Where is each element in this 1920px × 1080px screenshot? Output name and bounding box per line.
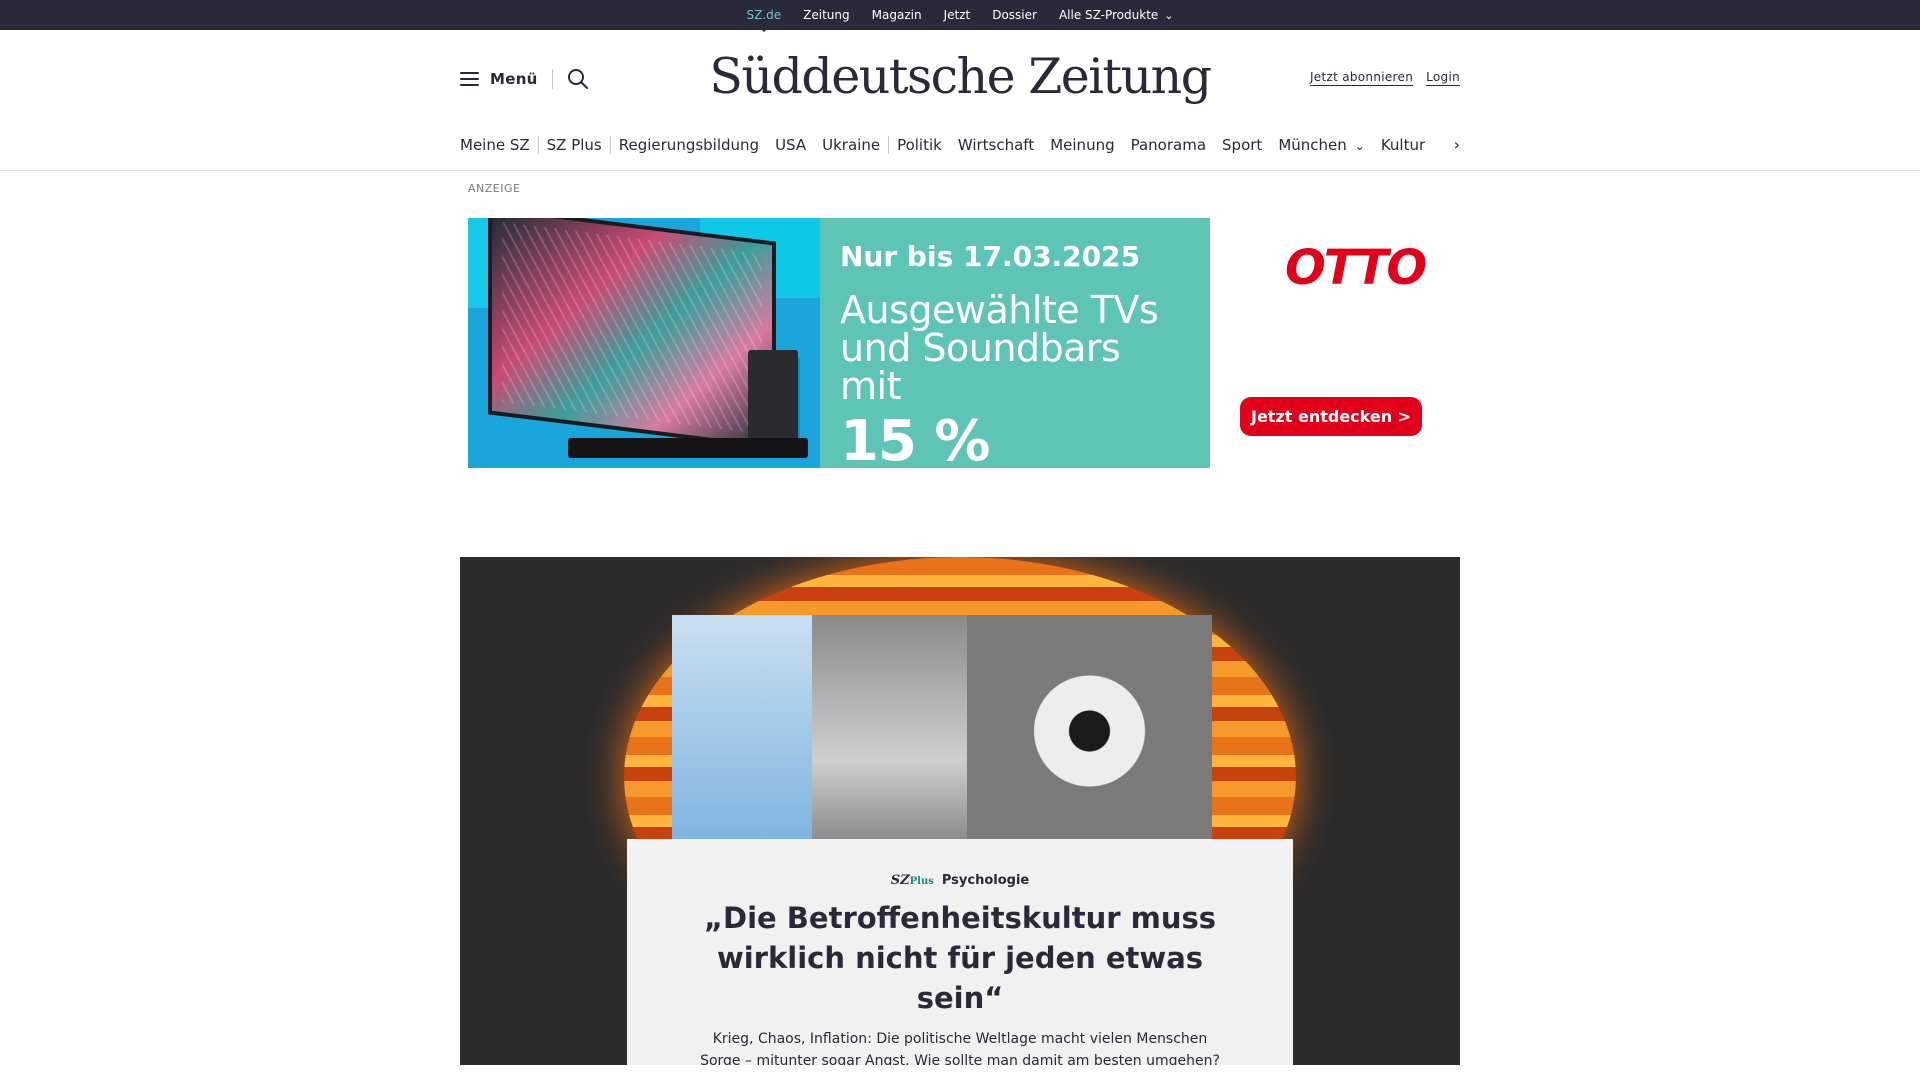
chevron-right-icon[interactable]: › <box>1454 135 1460 154</box>
hamburger-icon[interactable] <box>460 72 479 86</box>
ad-label: ANZEIGE <box>468 182 521 195</box>
nav-meinung[interactable]: Meinung <box>1042 136 1122 154</box>
nav-wirtschaft[interactable]: Wirtschaft <box>950 136 1042 154</box>
subwoofer-image <box>748 350 798 440</box>
nav-sport[interactable]: Sport <box>1214 136 1270 154</box>
nav-kultur[interactable]: Kultur <box>1373 136 1433 154</box>
chevron-down-icon: ⌄ <box>1164 9 1174 22</box>
nav-usa[interactable]: USA <box>767 136 814 154</box>
hero-section: Psychologie <box>941 873 1030 888</box>
nav-ukraine[interactable]: Ukraine <box>814 136 888 154</box>
nav-panorama[interactable]: Panorama <box>1123 136 1214 154</box>
login-link[interactable]: Login <box>1426 70 1460 86</box>
sz-logo[interactable]: Süddeutsche Zeitung <box>709 48 1212 105</box>
ad-brand-panel: OTTO Jetzt entdecken > <box>1210 218 1438 468</box>
ad-product-image <box>468 218 820 468</box>
soundbar-image <box>568 438 808 458</box>
hero-headline[interactable]: „Die Betroffenheitskultur muss wirklich … <box>670 898 1250 1018</box>
search-icon[interactable] <box>567 68 589 90</box>
tv-image <box>488 218 776 450</box>
ad-discount: 15 % Rabatt <box>840 409 1047 539</box>
all-products-dropdown[interactable]: Alle SZ-Produkte ⌄ <box>1059 8 1174 22</box>
nav-meine-sz[interactable]: Meine SZ <box>460 136 538 154</box>
hero-kicker: SZPlus Psychologie <box>627 873 1293 888</box>
otto-logo: OTTO <box>1285 240 1427 296</box>
nav-politik[interactable]: Politik <box>889 136 950 154</box>
product-dossier[interactable]: Dossier <box>992 8 1037 22</box>
menu-button[interactable]: Menü <box>490 70 538 88</box>
hero-teaser[interactable]: SZPlus Psychologie „Die Betroffenheitsku… <box>460 557 1460 1065</box>
menu-search-group: Menü <box>460 68 589 90</box>
hero-teaser-text: Krieg, Chaos, Inflation: Die politische … <box>700 1031 1220 1065</box>
product-zeitung[interactable]: Zeitung <box>803 8 849 22</box>
product-sz-de[interactable]: SZ.de <box>747 8 782 22</box>
nav-regierungsbildung[interactable]: Regierungsbildung <box>611 136 767 154</box>
nav-sz-plus[interactable]: SZ Plus <box>539 136 610 154</box>
all-products-label: Alle SZ-Produkte <box>1058 8 1159 22</box>
product-magazin[interactable]: Magazin <box>872 8 922 22</box>
ad-banner[interactable]: Nur bis 17.03.2025 Ausgewählte TVs und S… <box>468 218 1438 539</box>
ad-main-text: Ausgewählte TVs und Soundbars mit <box>840 288 1159 408</box>
ad-container: ANZEIGE Nur bis 17.03.2025 Ausgewählte T… <box>468 171 1452 557</box>
nav-muenchen-label: München <box>1278 136 1347 154</box>
site-header: Menü Süddeutsche Zeitung Jetzt abonniere… <box>460 30 1460 120</box>
sz-plus-logo: SZPlus <box>890 873 934 888</box>
divider <box>551 69 553 89</box>
main-nav: Meine SZ SZ Plus Regierungsbildung USA U… <box>460 120 1460 170</box>
subscribe-link[interactable]: Jetzt abonnieren <box>1309 70 1414 86</box>
ad-date-line: Nur bis 17.03.2025 <box>840 240 1141 273</box>
ad-cta-button[interactable]: Jetzt entdecken > <box>1240 397 1423 436</box>
nav-muenchen[interactable]: München ⌄ <box>1270 136 1373 154</box>
account-links: Jetzt abonnieren Login <box>1309 70 1460 86</box>
hero-card[interactable]: SZPlus Psychologie „Die Betroffenheitsku… <box>627 839 1293 1065</box>
ad-copy: Nur bis 17.03.2025 Ausgewählte TVs und S… <box>820 218 1210 539</box>
product-jetzt[interactable]: Jetzt <box>944 8 971 22</box>
chevron-down-icon: ⌄ <box>1354 139 1365 153</box>
product-bar: SZ.de Zeitung Magazin Jetzt Dossier Alle… <box>0 0 1920 30</box>
main-nav-wrapper: Meine SZ SZ Plus Regierungsbildung USA U… <box>0 120 1920 171</box>
